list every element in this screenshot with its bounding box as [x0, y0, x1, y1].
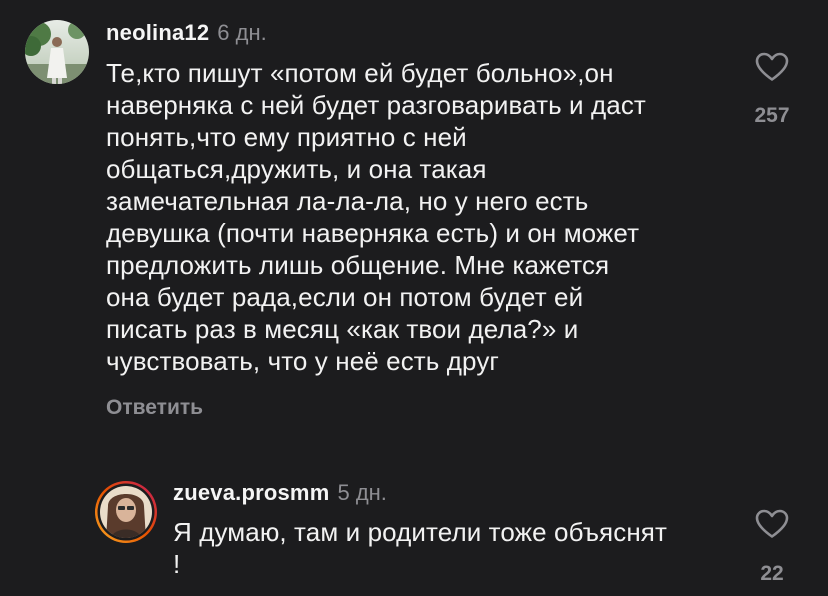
like-count: 22 [760, 562, 784, 585]
comment-text: Те,кто пишут «потом ей будет больно»,он … [106, 58, 646, 376]
avatar[interactable] [94, 480, 158, 544]
heart-icon[interactable] [755, 52, 789, 82]
story-ring-avatar-icon [95, 481, 157, 543]
timestamp: 5 дн. [337, 480, 387, 505]
like-count: 257 [754, 104, 790, 127]
comment-text: Я думаю, там и родители тоже объяснят ! [173, 517, 667, 579]
username[interactable]: neolina12 [106, 20, 209, 45]
avatar-photo-icon [25, 20, 89, 84]
timestamp: 6 дн. [217, 20, 267, 45]
avatar[interactable] [25, 20, 89, 84]
like-button[interactable] [742, 509, 802, 539]
username[interactable]: zueva.prosmm [173, 480, 329, 505]
heart-icon[interactable] [755, 509, 789, 539]
comment-header: neolina12 6 дн. [106, 20, 267, 46]
reply-button[interactable]: Ответить [106, 396, 203, 420]
like-button[interactable] [742, 52, 802, 82]
comment-header: zueva.prosmm 5 дн. [173, 480, 387, 506]
